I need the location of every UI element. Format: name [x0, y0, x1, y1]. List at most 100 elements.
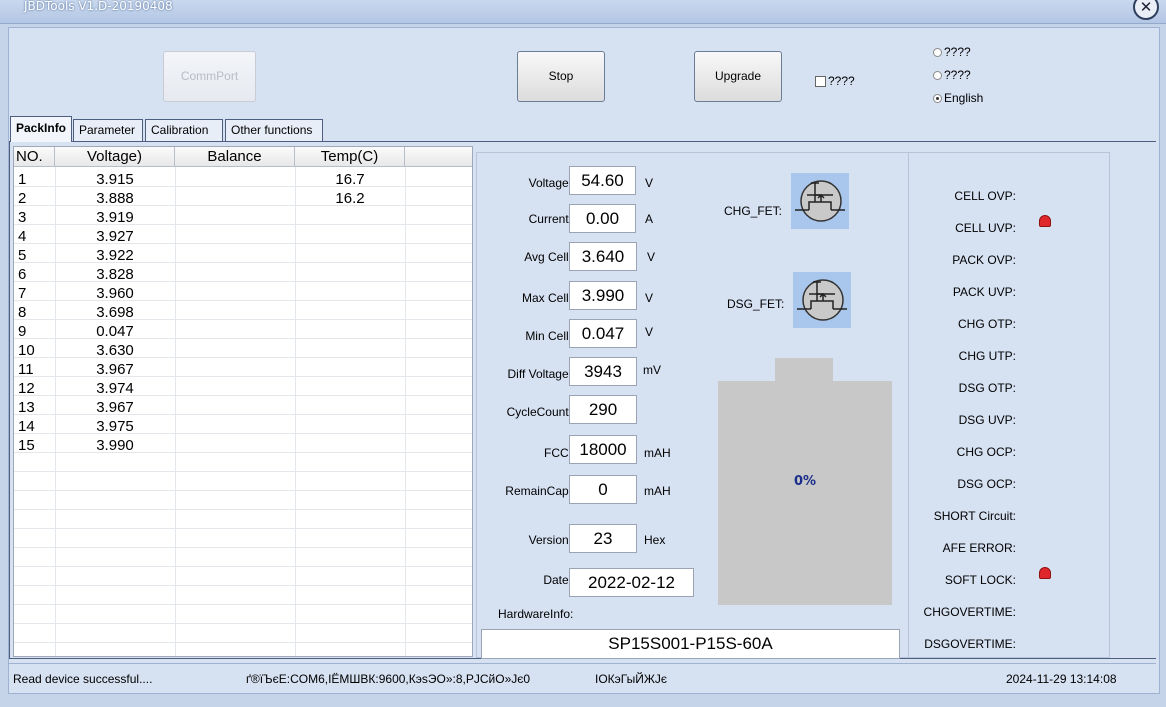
protection-label: DSG OCP: — [957, 477, 1016, 491]
cell-no: 3 — [18, 209, 27, 226]
grid-row-line — [14, 642, 472, 643]
cell-no: 8 — [18, 304, 27, 321]
max-cell-value: 3.990 — [569, 281, 637, 310]
cell-no: 10 — [18, 342, 35, 359]
max-cell-label: Max Cell: — [521, 291, 572, 305]
grid-row-line — [14, 623, 472, 624]
version-unit: Hex — [644, 533, 666, 547]
tab-parameter[interactable]: Parameter — [73, 119, 143, 141]
dsg-fet-label: DSG_FET: — [727, 297, 785, 311]
dsg-fet-icon — [793, 272, 851, 328]
grid-row-line — [14, 566, 472, 567]
port-info: ґ®їЪєЕ:COM6,ІЁМШВК:9600,КэѕЭО»:8,РЈСйО»Ј… — [246, 672, 531, 686]
chg-fet-icon — [791, 173, 849, 229]
column-header-balance[interactable]: Balance — [175, 147, 295, 167]
protection-label: CHG UTP: — [958, 349, 1016, 363]
fcc-label: FCC: — [544, 446, 572, 460]
column-header-no[interactable]: NO. — [14, 147, 55, 167]
cell-no: 2 — [18, 190, 27, 207]
column-header-temp[interactable]: Temp(C) — [295, 147, 405, 167]
language-option-english[interactable]: English — [933, 91, 983, 105]
cell-voltage: 3.915 — [96, 171, 134, 188]
chg-fet-label: CHG_FET: — [724, 204, 783, 218]
unknown-checkbox[interactable]: ???? — [815, 74, 855, 88]
upgrade-button[interactable]: Upgrade — [694, 51, 782, 102]
radio-circle[interactable] — [933, 70, 942, 80]
commport-button[interactable]: CommPort — [163, 51, 256, 102]
close-icon: ✕ — [1139, 0, 1153, 16]
min-cell-unit: V — [645, 325, 654, 339]
cell-voltage: 3.922 — [96, 247, 134, 264]
diff-voltage-label: Diff Voltage: — [507, 367, 573, 381]
cell-no: 5 — [18, 247, 27, 264]
max-cell-unit: V — [645, 291, 654, 305]
column-header-empty — [405, 147, 472, 167]
tab-other-functions[interactable]: Other functions — [225, 119, 323, 141]
cell-table[interactable]: NO. Voltage) Balance Temp(C) 1 3.915 16.7 2… — [13, 146, 473, 657]
battery-terminal — [775, 358, 833, 382]
cell-voltage: 3.828 — [96, 266, 134, 283]
fcc-unit: mAH — [644, 446, 671, 460]
hardware-info-value: SP15S001-P15S-60A — [481, 629, 900, 659]
diff-voltage-unit: mV — [643, 363, 661, 377]
version-label: Version: — [528, 533, 572, 547]
grid-row-line — [14, 604, 472, 605]
title-bar: JBDTools V1.D-20190408 ✕ — [0, 0, 1166, 24]
pack-info-panel: Voltage: 54.60 V Current: 0.00 A Avg Cel… — [476, 152, 909, 659]
protection-label: DSGOVERTIME: — [924, 637, 1016, 651]
current-label: Current: — [528, 212, 572, 226]
tab-packinfo[interactable]: PackInfo — [10, 116, 72, 142]
cell-voltage: 3.975 — [96, 418, 134, 435]
protection-label: SOFT LOCK: — [944, 573, 1016, 587]
cell-voltage: 3.630 — [96, 342, 134, 359]
protection-label: PACK UVP: — [952, 285, 1016, 299]
cell-no: 6 — [18, 266, 27, 283]
radio-label: ???? — [944, 68, 971, 82]
language-option-1[interactable]: ???? — [933, 45, 971, 59]
cell-no: 1 — [18, 171, 27, 188]
grid-row-line — [14, 471, 472, 472]
remain-cap-label: RemainCap: — [505, 484, 572, 498]
cell-no: 12 — [18, 380, 35, 397]
protection-panel: CELL OVP: CELL UVP: PACK OVP: PACK UVP: CHG … — [908, 152, 1110, 658]
voltage-label: Voltage: — [528, 176, 572, 190]
grid-column-line — [295, 167, 296, 656]
date-label: Date: — [543, 573, 572, 587]
radio-label: English — [944, 91, 984, 105]
cell-no: 9 — [18, 323, 27, 340]
radio-circle-selected[interactable] — [933, 93, 942, 103]
battery-percent: 0% — [793, 474, 817, 489]
status-bar: Read device successful.... ґ®їЪєЕ:COM6,І… — [9, 663, 1156, 691]
version-value: 23 — [569, 524, 637, 553]
cell-no: 4 — [18, 228, 27, 245]
grid-row-line — [14, 528, 472, 529]
stop-button[interactable]: Stop — [517, 51, 605, 102]
cell-no: 11 — [18, 361, 34, 378]
close-button[interactable]: ✕ — [1133, 0, 1159, 20]
protection-label: CHGOVERTIME: — [923, 605, 1016, 619]
alarm-icon — [1039, 567, 1051, 579]
language-option-2[interactable]: ???? — [933, 68, 971, 82]
cell-no: 13 — [18, 399, 35, 416]
radio-circle[interactable] — [933, 47, 942, 57]
battery-body: 0% — [718, 381, 892, 605]
cell-voltage: 3.698 — [96, 304, 134, 321]
grid-row-line — [14, 490, 472, 491]
protection-label: DSG OTP: — [958, 381, 1016, 395]
checkbox-box[interactable] — [815, 75, 826, 87]
status-datetime: 2024-11-29 13:14:08 — [1006, 672, 1117, 686]
grid-column-line — [175, 167, 176, 656]
protection-label: CHG OCP: — [956, 445, 1016, 459]
column-header-voltage[interactable]: Voltage) — [55, 147, 175, 167]
cell-voltage: 3.990 — [96, 437, 134, 454]
min-cell-label: Min Cell: — [525, 329, 572, 343]
avg-cell-value: 3.640 — [569, 242, 637, 271]
tab-calibration[interactable]: Calibration — [145, 119, 223, 141]
avg-cell-unit: V — [647, 250, 656, 264]
cell-temp: 16.2 — [335, 190, 365, 207]
alarm-icon — [1039, 215, 1051, 227]
protection-label: PACK OVP: — [952, 253, 1016, 267]
checkbox-label: ???? — [828, 74, 855, 88]
protection-label: SHORT Circuit: — [933, 509, 1016, 523]
remain-cap-unit: mAH — [644, 484, 671, 498]
